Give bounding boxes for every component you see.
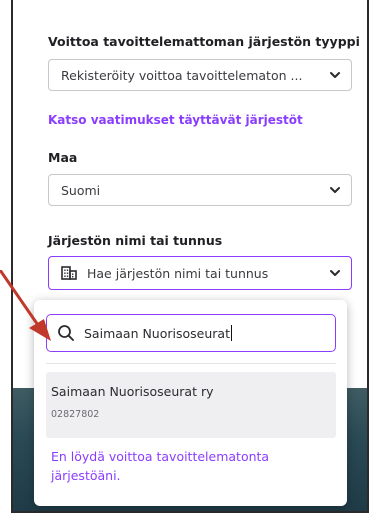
result-name: Saimaan Nuorisoseurat ry — [51, 384, 214, 399]
annotation-arrow-icon — [0, 270, 51, 341]
list-item[interactable]: Saimaan Nuorisoseurat ry 02827802 — [46, 372, 336, 438]
chevron-down-icon — [330, 187, 340, 193]
country-select[interactable]: Suomi — [48, 174, 352, 206]
chevron-down-icon — [330, 72, 340, 78]
org-search-value: Saimaan Nuorisoseurat — [84, 325, 230, 341]
org-search-placeholder: Hae järjestön nimi tai tunnus — [87, 265, 269, 281]
chevron-down-icon — [330, 270, 340, 276]
org-label: Järjestön nimi tai tunnus — [48, 233, 223, 248]
text-caret — [230, 325, 232, 341]
building-icon — [61, 266, 77, 280]
country-label: Maa — [48, 150, 78, 165]
country-select-value: Suomi — [61, 182, 101, 198]
org-search-select[interactable]: Hae järjestön nimi tai tunnus — [48, 256, 352, 290]
type-select-value: Rekisteröity voittoa tavoittelematon ... — [61, 67, 303, 83]
org-search-input[interactable]: Saimaan Nuorisoseurat — [46, 314, 336, 352]
requirements-link[interactable]: Katso vaatimukset täyttävät järjestöt — [48, 113, 303, 127]
type-label: Voittoa tavoittelemattoman järjestön tyy… — [48, 34, 360, 49]
result-code: 02827802 — [51, 409, 100, 420]
dropdown-divider — [46, 363, 336, 364]
not-found-link[interactable]: En löydä voittoa tavoittelematonta järje… — [51, 447, 331, 485]
org-search-dropdown: Saimaan Nuorisoseurat Saimaan Nuorisoseu… — [34, 300, 347, 506]
type-select[interactable]: Rekisteröity voittoa tavoittelematon ... — [48, 59, 352, 91]
